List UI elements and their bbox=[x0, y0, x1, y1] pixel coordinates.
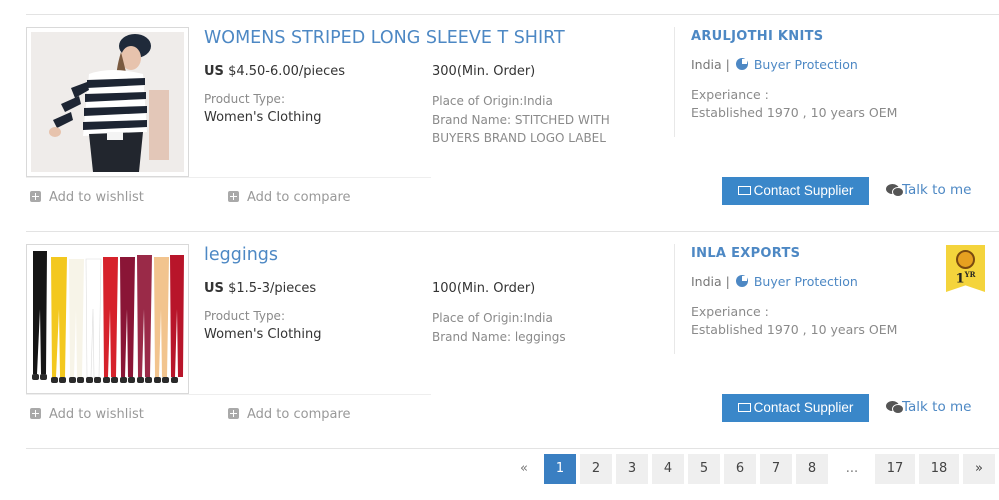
add-to-compare-button[interactable]: Add to compare bbox=[228, 190, 351, 205]
envelope-icon bbox=[737, 403, 751, 412]
experience-value: Established 1970 , 10 years OEM bbox=[691, 322, 898, 337]
row-divider bbox=[26, 448, 999, 449]
brand-name: Brand Name: leggings bbox=[432, 329, 566, 344]
talk-to-me-link[interactable]: Talk to me bbox=[886, 182, 971, 198]
talk-label: Talk to me bbox=[902, 399, 972, 415]
striped-shirt-photo bbox=[31, 32, 184, 172]
buyer-protection-icon bbox=[735, 58, 748, 70]
contact-supplier-button[interactable]: Contact Supplier bbox=[722, 177, 869, 205]
supplier-country: India | Buyer Protection bbox=[691, 57, 858, 72]
experience-label: Experiance : bbox=[691, 304, 769, 319]
product-image[interactable] bbox=[26, 27, 189, 177]
product-type-value: Women's Clothing bbox=[204, 327, 322, 342]
plus-icon bbox=[228, 408, 239, 419]
supplier-name[interactable]: INLA EXPORTS bbox=[691, 246, 800, 261]
supplier-name[interactable]: ARULJOTHI KNITS bbox=[691, 29, 823, 44]
actions-divider bbox=[26, 177, 431, 178]
column-divider bbox=[674, 244, 675, 354]
product-type-value: Women's Clothing bbox=[204, 110, 322, 125]
product-image[interactable] bbox=[26, 244, 189, 394]
column-divider bbox=[674, 27, 675, 137]
pagination-prev[interactable]: « bbox=[508, 454, 540, 484]
product-title[interactable]: leggings bbox=[204, 245, 278, 265]
wishlist-label: Add to wishlist bbox=[49, 407, 144, 422]
years-membership-badge: 1YR bbox=[946, 245, 985, 292]
buyer-protection-icon bbox=[735, 275, 748, 287]
brand-name: Brand Name: STITCHED WITH BUYERS BRAND L… bbox=[432, 112, 610, 146]
envelope-icon bbox=[737, 186, 751, 195]
product-details: Place of Origin:India Brand Name: STITCH… bbox=[432, 92, 647, 148]
page-8-button[interactable]: 8 bbox=[796, 454, 828, 484]
place-of-origin: Place of Origin:India bbox=[432, 94, 553, 108]
experience-label: Experiance : bbox=[691, 87, 769, 102]
price-currency: US bbox=[204, 281, 224, 296]
badge-years-unit: YR bbox=[964, 270, 976, 279]
pagination: « 1 2 3 4 5 6 7 8 ... 17 18 » bbox=[508, 454, 999, 484]
plus-icon bbox=[228, 191, 239, 202]
plus-icon bbox=[30, 191, 41, 202]
page-5-button[interactable]: 5 bbox=[688, 454, 720, 484]
medal-icon bbox=[956, 250, 975, 269]
chat-icon bbox=[886, 401, 904, 414]
page-18-button[interactable]: 18 bbox=[919, 454, 959, 484]
actions-divider bbox=[26, 394, 431, 395]
page-1-button[interactable]: 1 bbox=[544, 454, 576, 484]
compare-label: Add to compare bbox=[247, 190, 351, 205]
contact-label: Contact Supplier bbox=[753, 400, 854, 415]
place-of-origin: Place of Origin:India bbox=[432, 311, 553, 325]
country-label: India | bbox=[691, 57, 730, 72]
add-to-wishlist-button[interactable]: Add to wishlist bbox=[30, 407, 144, 422]
buyer-protection-link[interactable]: Buyer Protection bbox=[754, 57, 858, 72]
page-17-button[interactable]: 17 bbox=[875, 454, 915, 484]
page-7-button[interactable]: 7 bbox=[760, 454, 792, 484]
product-title[interactable]: WOMENS STRIPED LONG SLEEVE T SHIRT bbox=[204, 28, 565, 48]
price-value: $1.5-3/pieces bbox=[228, 281, 317, 296]
badge-years: 1YR bbox=[946, 270, 985, 286]
contact-supplier-button[interactable]: Contact Supplier bbox=[722, 394, 869, 422]
product-card: WOMENS STRIPED LONG SLEEVE T SHIRT US $4… bbox=[26, 15, 999, 215]
min-order: 300(Min. Order) bbox=[432, 64, 536, 79]
product-card: leggings US $1.5-3/pieces 100(Min. Order… bbox=[26, 232, 999, 432]
plus-icon bbox=[30, 408, 41, 419]
experience-value: Established 1970 , 10 years OEM bbox=[691, 105, 898, 120]
page-4-button[interactable]: 4 bbox=[652, 454, 684, 484]
country-label: India | bbox=[691, 274, 730, 289]
page-3-button[interactable]: 3 bbox=[616, 454, 648, 484]
product-price: US $1.5-3/pieces bbox=[204, 281, 316, 296]
talk-label: Talk to me bbox=[902, 182, 972, 198]
add-to-compare-button[interactable]: Add to compare bbox=[228, 407, 351, 422]
min-order: 100(Min. Order) bbox=[432, 281, 536, 296]
buyer-protection-link[interactable]: Buyer Protection bbox=[754, 274, 858, 289]
pagination-next[interactable]: » bbox=[963, 454, 995, 484]
price-currency: US bbox=[204, 64, 224, 79]
product-details: Place of Origin:India Brand Name: leggin… bbox=[432, 309, 647, 346]
chat-icon bbox=[886, 184, 904, 197]
compare-label: Add to compare bbox=[247, 407, 351, 422]
talk-to-me-link[interactable]: Talk to me bbox=[886, 399, 971, 415]
leggings-photo bbox=[31, 249, 184, 389]
page-2-button[interactable]: 2 bbox=[580, 454, 612, 484]
pagination-ellipsis: ... bbox=[845, 461, 859, 476]
supplier-country: India | Buyer Protection bbox=[691, 274, 858, 289]
product-type-label: Product Type: bbox=[204, 309, 285, 323]
badge-years-number: 1 bbox=[955, 271, 965, 287]
add-to-wishlist-button[interactable]: Add to wishlist bbox=[30, 190, 144, 205]
wishlist-label: Add to wishlist bbox=[49, 190, 144, 205]
product-type-label: Product Type: bbox=[204, 92, 285, 106]
price-value: $4.50-6.00/pieces bbox=[228, 64, 346, 79]
product-price: US $4.50-6.00/pieces bbox=[204, 64, 345, 79]
contact-label: Contact Supplier bbox=[753, 183, 854, 198]
page-6-button[interactable]: 6 bbox=[724, 454, 756, 484]
